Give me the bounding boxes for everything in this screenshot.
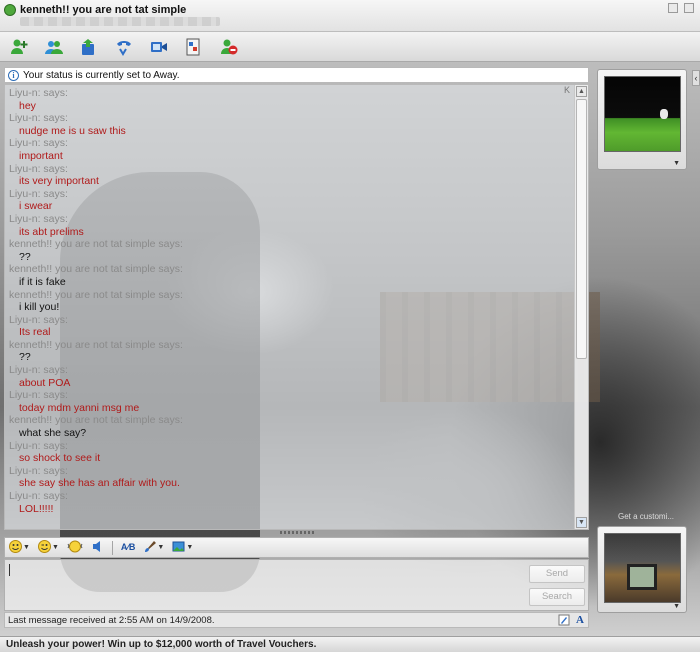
message-text: about POA — [19, 376, 71, 389]
message-text: i kill you! — [19, 301, 60, 314]
contact-display-picture[interactable]: ▼ — [597, 69, 687, 170]
invite-contact-icon[interactable] — [8, 36, 30, 58]
advertisement-banner[interactable]: Unleash your power! Win up to $12,000 wo… — [0, 636, 700, 652]
message-text: so shock to see it — [19, 452, 101, 465]
message-text: its very important — [19, 175, 99, 188]
message-sender: Liyu-n: says: — [9, 389, 68, 402]
background-image-icon — [172, 540, 185, 555]
message-sender: Liyu-n: says: — [9, 464, 68, 477]
message-sender: kenneth!! you are not tat simple says: — [9, 263, 183, 276]
smiley-icon — [9, 540, 22, 555]
message-text: if it is fake — [19, 275, 66, 288]
toolbar-divider — [111, 540, 113, 555]
ink-button[interactable]: ▼ — [143, 540, 164, 555]
scroll-down-arrow-icon[interactable]: ▼ — [576, 517, 587, 528]
message-sender: Liyu-n: says: — [9, 162, 68, 175]
activities-icon[interactable] — [183, 36, 205, 58]
message-text: its abt prelims — [19, 225, 84, 238]
compose-area: Send Search — [4, 559, 589, 611]
message-text: Its real — [19, 326, 51, 339]
chevron-down-icon[interactable]: ▼ — [673, 160, 680, 167]
contacts-icon[interactable] — [43, 36, 65, 58]
collapse-side-panel-button[interactable]: ‹ — [692, 70, 700, 86]
last-message-bar: Last message received at 2:55 AM on 14/9… — [4, 612, 589, 628]
compose-toolbar: ▼ ▼ A⁄B ▼ ▼ — [4, 537, 589, 558]
message-sender: Liyu-n: says: — [9, 490, 68, 502]
window-title: kenneth!! you are not tat simple — [20, 4, 187, 16]
message-text: she say she has an affair with you. — [19, 477, 180, 490]
conversation-toolbar — [0, 32, 700, 62]
message-sender: Liyu-n: says: — [9, 364, 68, 377]
pane-splitter[interactable] — [280, 531, 316, 534]
message-text: i swear — [19, 200, 53, 213]
message-sender: Liyu-n: says: — [9, 439, 68, 452]
chevron-down-icon: ▼ — [186, 544, 194, 551]
conversation-history[interactable]: K Liyu-n: says: hey Liyu-n: says: nudge me … — [4, 84, 589, 530]
message-text: ?? — [19, 250, 31, 263]
compose-mode-icons: A — [558, 614, 584, 629]
messenger-icon — [4, 4, 16, 16]
wink-button[interactable]: ▼ — [37, 540, 59, 555]
minimize-button[interactable] — [668, 3, 678, 13]
message-text: nudge me is u saw this — [19, 124, 126, 137]
window-subtitle-obscured — [20, 17, 220, 26]
nudge-icon — [67, 540, 83, 555]
nudge-button[interactable] — [67, 540, 83, 555]
chevron-down-icon: ▼ — [51, 544, 59, 551]
handwriting-icon[interactable] — [558, 614, 570, 629]
search-button[interactable]: Search — [529, 588, 585, 606]
font-button[interactable]: A⁄B — [121, 543, 136, 552]
emoticon-button[interactable]: ▼ — [9, 540, 30, 555]
wink-icon — [37, 540, 51, 555]
info-icon: i — [8, 69, 19, 81]
message-text: important — [19, 149, 63, 162]
message-text: hey — [19, 99, 36, 112]
message-text: what she say? — [19, 427, 87, 440]
message-sender: Liyu-n: says: — [9, 137, 68, 150]
message-sender: kenneth!! you are not tat simple says: — [9, 238, 183, 251]
message-text: today mdm yanni msg me — [19, 401, 140, 414]
background-button[interactable]: ▼ — [172, 540, 193, 555]
text-mode-icon[interactable]: A — [576, 614, 584, 629]
message-sender: Liyu-n: says: — [9, 112, 68, 125]
last-message-text: Last message received at 2:55 AM on 14/9… — [8, 614, 215, 626]
font-icon: A⁄B — [120, 542, 136, 552]
video-icon[interactable] — [148, 36, 170, 58]
chevron-down-icon: ▼ — [23, 544, 30, 551]
window-controls — [668, 3, 694, 13]
status-text: Your status is currently set to Away. — [23, 69, 180, 81]
user-display-picture[interactable]: ▼ — [597, 526, 687, 613]
message-sender: Liyu-n: says: — [9, 87, 68, 99]
brush-icon — [143, 540, 157, 555]
send-button[interactable]: Send — [529, 565, 585, 583]
message-list: Liyu-n: says: hey Liyu-n: says: nudge me is… — [9, 87, 569, 515]
chevron-down-icon: ▼ — [157, 544, 165, 551]
voice-clip-button[interactable] — [91, 540, 104, 555]
block-icon[interactable] — [218, 36, 240, 58]
contact-avatar — [604, 76, 681, 152]
chevron-down-icon[interactable]: ▼ — [673, 603, 680, 610]
message-sender: kenneth!! you are not tat simple says: — [9, 288, 183, 301]
title-bar: kenneth!! you are not tat simple — [0, 0, 700, 32]
share-files-icon[interactable] — [78, 36, 100, 58]
message-sender: Liyu-n: says: — [9, 313, 68, 326]
user-avatar — [604, 533, 681, 603]
message-input[interactable] — [5, 560, 525, 610]
message-sender: Liyu-n: says: — [9, 212, 68, 225]
message-sender: kenneth!! you are not tat simple says: — [9, 338, 183, 351]
message-sender: Liyu-n: says: — [9, 187, 68, 200]
scroll-up-arrow-icon[interactable]: ▲ — [576, 86, 587, 97]
voice-clip-icon — [91, 540, 104, 555]
status-notice: i Your status is currently set to Away. — [4, 67, 589, 83]
message-text: LOL!!!!! — [19, 502, 54, 515]
maximize-button[interactable] — [684, 3, 694, 13]
scrollbar-thumb[interactable] — [576, 99, 587, 359]
message-sender: kenneth!! you are not tat simple says: — [9, 414, 183, 427]
call-icon[interactable] — [113, 36, 135, 58]
conversation-scrollbar[interactable]: ▲ ▼ — [574, 85, 588, 529]
side-panel-text: Get a customi... — [618, 512, 675, 521]
message-text: ?? — [19, 351, 31, 364]
text-caret — [9, 564, 10, 576]
